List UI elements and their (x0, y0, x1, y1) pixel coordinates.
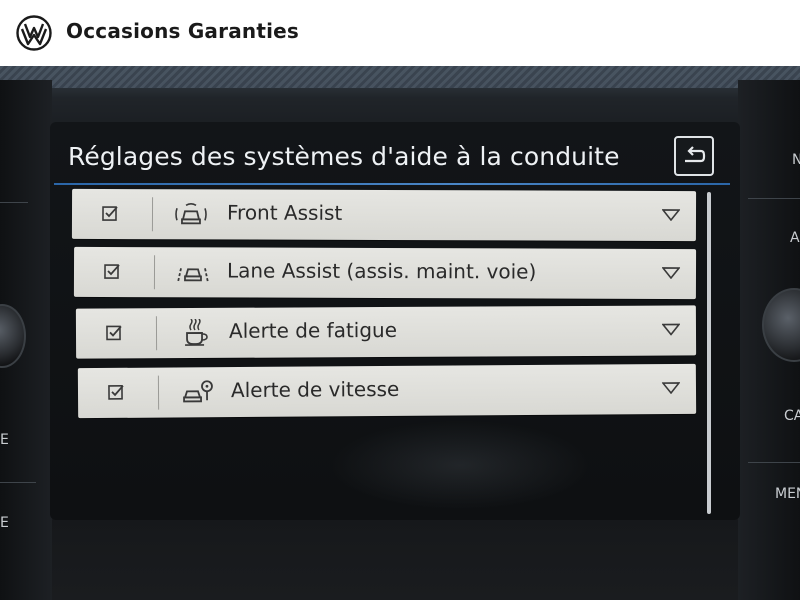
back-button[interactable] (674, 136, 714, 176)
row-divider (155, 316, 158, 351)
vw-logo-icon (16, 15, 52, 51)
list-item-front-assist[interactable]: Front Assist (71, 188, 697, 242)
row-divider (157, 375, 160, 410)
title-underline (54, 183, 730, 185)
list-item-speed-alert[interactable]: Alerte de vitesse (77, 363, 697, 419)
scrollbar[interactable] (707, 192, 711, 514)
brand-header: Occasions Garanties (0, 0, 800, 66)
item-label: Front Assist (226, 200, 343, 225)
checkbox-checked-icon[interactable] (102, 205, 118, 221)
dashboard-trim (0, 66, 800, 88)
coffee-cup-icon (185, 318, 208, 346)
row-divider (153, 255, 156, 290)
bezel-button-label[interactable]: MEN (775, 486, 800, 502)
bezel-divider (0, 482, 36, 483)
item-label: Lane Assist (assis. maint. voie) (226, 258, 537, 284)
checkbox-checked-icon[interactable] (108, 384, 124, 400)
front-assist-car-icon (175, 203, 207, 225)
item-label: Alerte de vitesse (230, 376, 400, 403)
checkbox-checked-icon[interactable] (104, 263, 120, 279)
page-title: Réglages des systèmes d'aide à la condui… (68, 142, 620, 171)
bezel-button-label[interactable]: A (790, 230, 800, 246)
bezel-button-label[interactable]: N (792, 152, 800, 168)
lane-assist-car-icon (177, 268, 209, 283)
chevron-down-icon[interactable] (661, 267, 681, 280)
bezel-divider (748, 198, 800, 199)
checkbox-checked-icon[interactable] (106, 324, 122, 341)
screen-reflection (330, 420, 590, 510)
speed-warning-car-icon (183, 380, 213, 403)
list-item-lane-assist[interactable]: Lane Assist (assis. maint. voie) (73, 246, 697, 300)
bezel-divider (0, 202, 28, 203)
item-label: Alerte de fatigue (228, 317, 398, 343)
row-divider (151, 197, 154, 232)
chevron-down-icon[interactable] (661, 323, 681, 336)
bezel-button-label[interactable]: CA (784, 408, 800, 424)
bezel-button-label[interactable]: E (0, 515, 9, 531)
bezel-button-label[interactable]: E (0, 432, 9, 448)
list-item-fatigue-alert[interactable]: Alerte de fatigue (75, 305, 697, 359)
brand-title: Occasions Garanties (66, 19, 300, 43)
chevron-down-icon[interactable] (661, 209, 681, 222)
back-arrow-icon (685, 146, 706, 163)
bezel-divider (748, 462, 800, 463)
chevron-down-icon[interactable] (661, 382, 681, 395)
